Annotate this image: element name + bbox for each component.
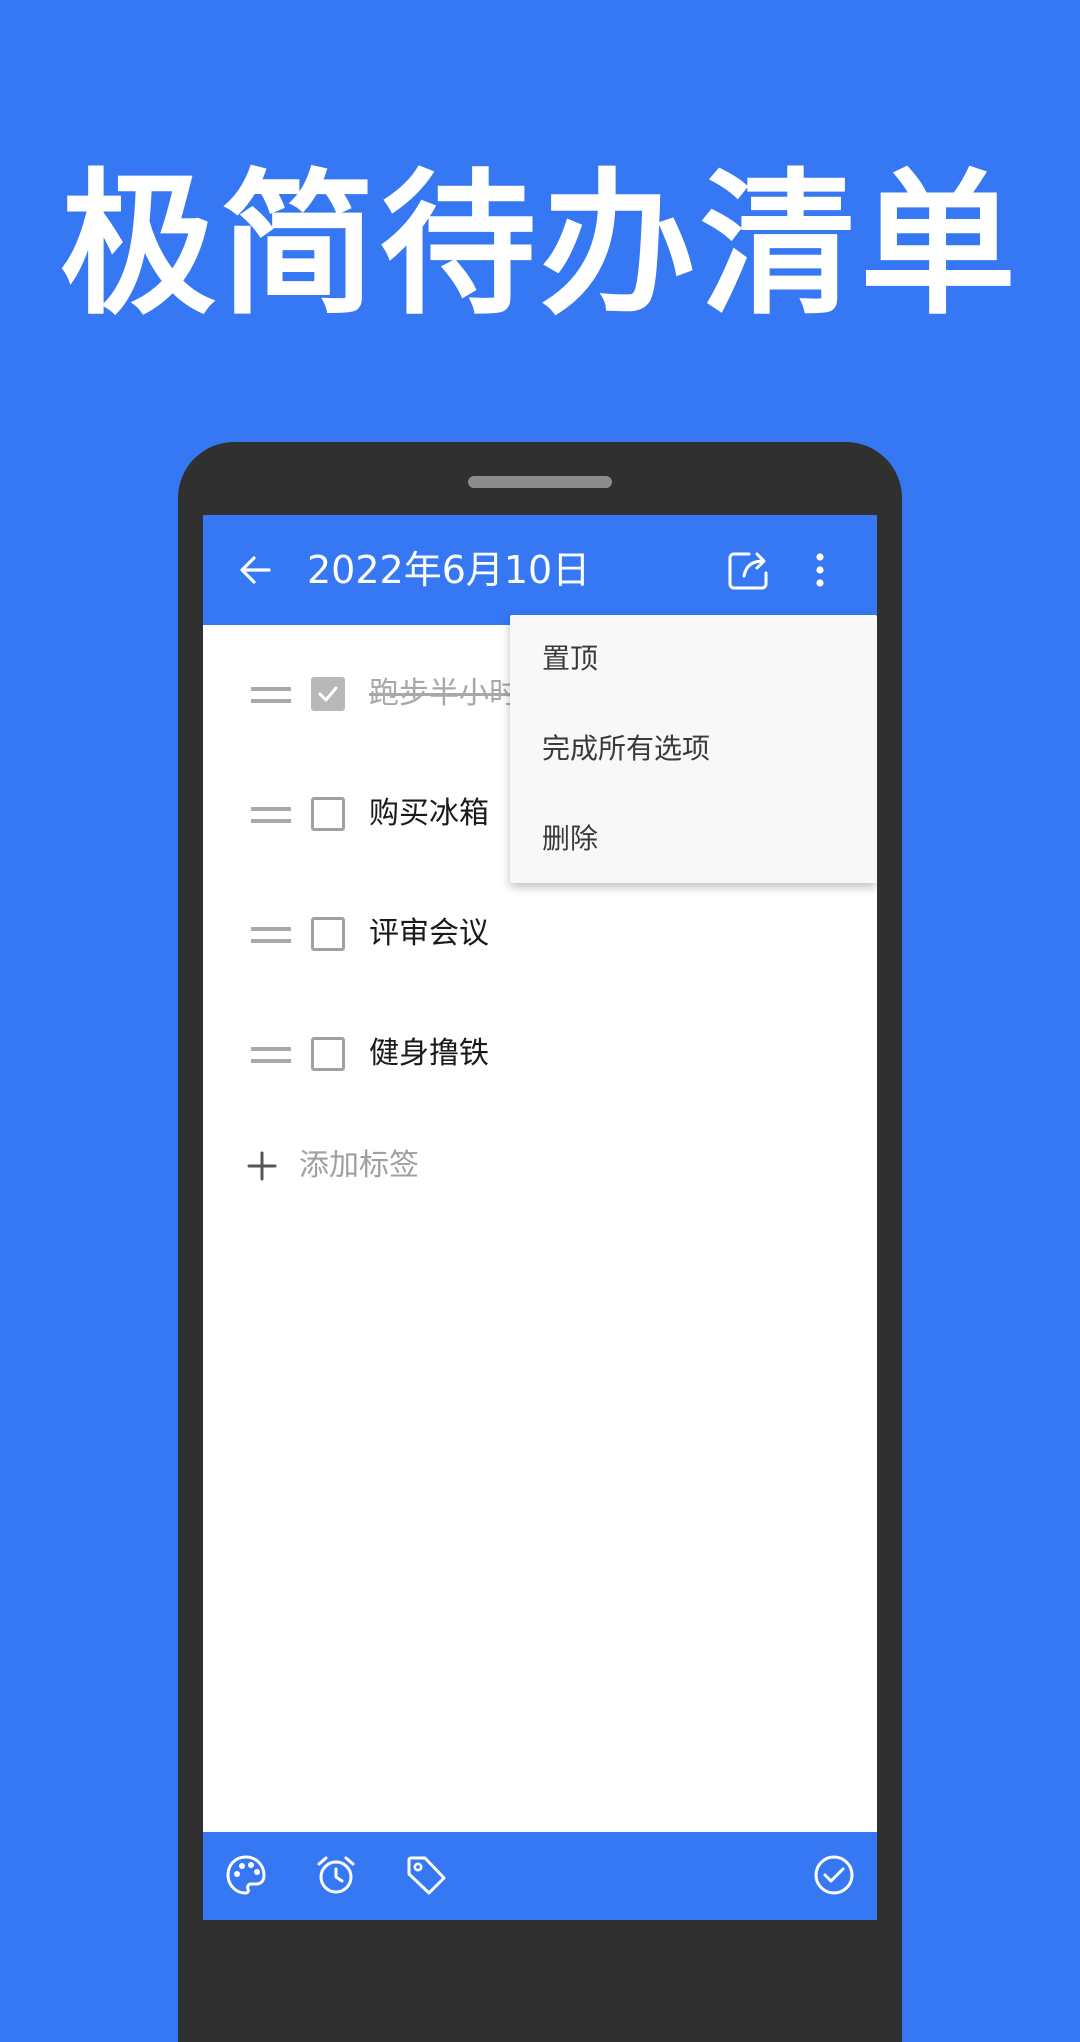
todo-text[interactable]: 购买冰箱 (369, 793, 489, 835)
bottom-bar (203, 1832, 877, 1920)
drag-handle-icon[interactable] (251, 1044, 291, 1066)
palette-icon[interactable] (225, 1854, 267, 1896)
todo-text[interactable]: 健身撸铁 (369, 1033, 489, 1075)
tag-icon[interactable] (405, 1854, 447, 1896)
todo-text[interactable]: 评审会议 (369, 913, 489, 955)
add-tag-label: 添加标签 (299, 1148, 419, 1183)
app-bar: 2022年6月10日 (203, 515, 877, 625)
todo-text[interactable]: 跑步半小时 (369, 673, 519, 715)
share-icon[interactable] (727, 549, 771, 591)
menu-item-label: 删除 (542, 822, 599, 855)
menu-item-pin[interactable]: 置顶 (510, 615, 877, 705)
overflow-menu: 置顶 完成所有选项 删除 (510, 615, 877, 883)
plus-icon (247, 1151, 277, 1181)
menu-item-label: 置顶 (542, 642, 599, 675)
todo-checkbox[interactable] (311, 917, 345, 951)
drag-handle-icon[interactable] (251, 804, 291, 826)
menu-item-delete[interactable]: 删除 (510, 795, 877, 885)
check-circle-icon[interactable] (813, 1854, 855, 1896)
arrow-left-icon[interactable] (235, 550, 275, 590)
todo-checkbox[interactable] (311, 1037, 345, 1071)
menu-item-label: 完成所有选项 (542, 732, 711, 765)
todo-item[interactable]: 健身撸铁 (203, 1025, 877, 1085)
headline: 极简待办清单 (60, 154, 1020, 336)
phone-screen: 2022年6月10日 跑步半小时 购买冰箱 评审会议 健身撸铁 添加标签 置顶 … (203, 515, 877, 1920)
menu-item-complete-all[interactable]: 完成所有选项 (510, 705, 877, 795)
todo-item[interactable]: 评审会议 (203, 905, 877, 965)
drag-handle-icon[interactable] (251, 924, 291, 946)
todo-checkbox[interactable] (311, 797, 345, 831)
alarm-icon[interactable] (315, 1854, 357, 1896)
page-title: 2022年6月10日 (307, 548, 591, 592)
todo-checkbox[interactable] (311, 677, 345, 711)
phone-speaker (468, 476, 612, 488)
checkmark-icon (318, 686, 338, 702)
add-tag-button[interactable]: 添加标签 (203, 1137, 877, 1197)
drag-handle-icon[interactable] (251, 684, 291, 706)
more-vert-icon[interactable] (813, 550, 827, 590)
phone-frame: 2022年6月10日 跑步半小时 购买冰箱 评审会议 健身撸铁 添加标签 置顶 … (178, 442, 902, 2042)
